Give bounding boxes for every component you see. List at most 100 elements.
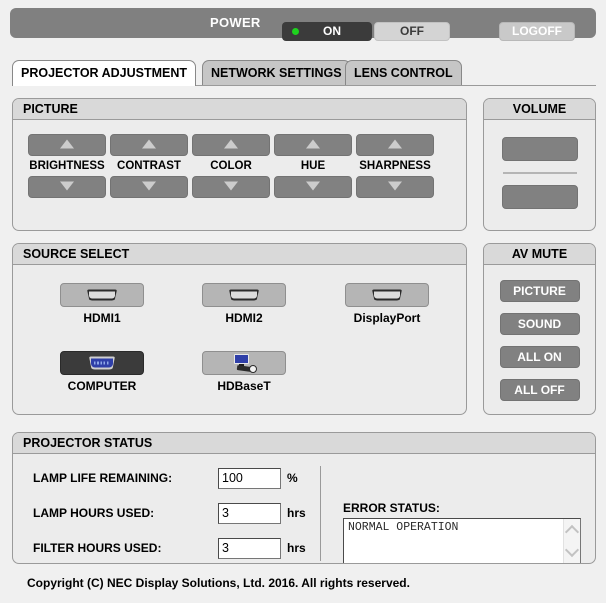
down-arrow-icon [60,181,74,191]
chevron-up-icon[interactable] [564,524,580,540]
status-row-lamp-life: LAMP LIFE REMAINING: 100 % [33,468,303,490]
up-arrow-icon [142,139,156,149]
power-led-icon [292,28,299,35]
hdmi-connector-icon [87,289,117,301]
source-button-hdmi1[interactable] [60,283,144,307]
av-mute-sound-button[interactable]: SOUND [499,313,580,335]
brightness-label: BRIGHTNESS [29,160,105,172]
power-on-label: ON [323,24,341,38]
down-arrow-icon [388,181,402,191]
lamp-life-value[interactable]: 100 [218,468,281,489]
source-item-computer: COMPUTER [31,351,173,393]
av-mute-all-off-button[interactable]: ALL OFF [499,379,580,401]
power-off-button[interactable]: OFF [374,22,450,41]
color-label: COLOR [210,160,252,172]
error-status-scrollbar[interactable] [563,519,580,563]
filter-hours-value[interactable]: 3 [218,538,281,559]
contrast-up-button[interactable] [110,134,188,156]
source-label-hdbaset: HDBaseT [217,379,271,393]
brightness-down-button[interactable] [28,176,106,198]
filter-hours-label: FILTER HOURS USED: [33,541,162,555]
volume-panel-title: VOLUME [484,99,595,120]
picture-control-hue: HUE [274,134,352,198]
source-button-hdbaset[interactable] [202,351,286,375]
plug-icon [249,365,257,373]
chevron-down-icon[interactable] [564,542,580,558]
source-button-computer[interactable] [60,351,144,375]
source-label-hdmi1: HDMI1 [83,311,121,325]
sharpness-down-button[interactable] [356,176,434,198]
projector-status-panel-title: PROJECTOR STATUS [13,433,595,454]
power-label: POWER [210,15,261,30]
volume-down-button[interactable] [501,185,578,209]
power-on-button[interactable]: ON [282,22,372,41]
hdbaset-icon [229,354,259,373]
source-label-displayport: DisplayPort [353,311,421,325]
lamp-life-unit: % [287,471,298,485]
source-button-hdmi2[interactable] [202,283,286,307]
color-down-button[interactable] [192,176,270,198]
lamp-hours-unit: hrs [287,506,306,520]
status-row-lamp-hours: LAMP HOURS USED: 3 hrs [33,503,306,525]
status-divider [320,466,321,561]
tab-projector-adjustment[interactable]: PROJECTOR ADJUSTMENT [12,60,196,86]
error-status-text: NORMAL OPERATION [348,521,459,534]
source-item-displayport: DisplayPort [316,283,458,325]
down-arrow-icon [142,181,156,191]
hue-label: HUE [300,160,326,172]
tab-bar: PROJECTOR ADJUSTMENT NETWORK SETTINGS LE… [12,60,596,86]
tab-lens-control[interactable]: LENS CONTROL [345,60,462,86]
av-mute-picture-button[interactable]: PICTURE [499,280,580,302]
picture-panel-title: PICTURE [13,99,466,120]
av-mute-all-on-button[interactable]: ALL ON [499,346,580,368]
tab-network-settings[interactable]: NETWORK SETTINGS [202,60,351,86]
source-button-displayport[interactable] [345,283,429,307]
source-item-hdmi1: HDMI1 [31,283,173,325]
error-status-box[interactable]: NORMAL OPERATION [343,518,581,563]
lamp-life-label: LAMP LIFE REMAINING: [33,471,173,485]
source-item-hdbaset: HDBaseT [173,351,315,393]
error-status-label: ERROR STATUS: [343,501,440,515]
monitor-icon [234,354,249,364]
source-item-hdmi2: HDMI2 [173,283,315,325]
picture-control-contrast: CONTRAST [110,134,188,198]
picture-control-color: COLOR [192,134,270,198]
displayport-connector-icon [372,289,402,301]
down-arrow-icon [306,181,320,191]
up-arrow-icon [388,139,402,149]
vga-connector-icon [89,356,115,370]
av-mute-panel: AV MUTE PICTURE SOUND ALL ON ALL OFF [483,243,596,415]
av-mute-panel-title: AV MUTE [484,244,595,265]
lamp-hours-label: LAMP HOURS USED: [33,506,155,520]
source-label-hdmi2: HDMI2 [225,311,263,325]
copyright-text: Copyright (C) NEC Display Solutions, Ltd… [27,576,410,590]
source-label-computer: COMPUTER [67,379,137,393]
picture-control-brightness: BRIGHTNESS [28,134,106,198]
hdmi-connector-icon [229,289,259,301]
volume-panel: VOLUME [483,98,596,231]
sharpness-label: SHARPNESS [359,160,431,172]
up-arrow-icon [60,139,74,149]
status-row-filter-hours: FILTER HOURS USED: 3 hrs [33,538,306,560]
up-arrow-icon [306,139,320,149]
logoff-button[interactable]: LOGOFF [499,22,575,41]
source-select-panel: SOURCE SELECT HDMI1 HDMI2 DisplayPort CO… [12,243,467,415]
volume-up-button[interactable] [501,137,578,161]
picture-panel: PICTURE BRIGHTNESS CONTRAST COLOR HUE SH… [12,98,467,231]
sharpness-up-button[interactable] [356,134,434,156]
down-arrow-icon [224,181,238,191]
lamp-hours-value[interactable]: 3 [218,503,281,524]
up-arrow-icon [224,139,238,149]
source-select-panel-title: SOURCE SELECT [13,244,466,265]
color-up-button[interactable] [192,134,270,156]
filter-hours-unit: hrs [287,541,306,555]
volume-divider [502,172,577,174]
power-bar: POWER ON OFF LOGOFF [10,8,596,41]
brightness-up-button[interactable] [28,134,106,156]
projector-status-panel: PROJECTOR STATUS LAMP LIFE REMAINING: 10… [12,432,596,564]
hue-down-button[interactable] [274,176,352,198]
picture-control-sharpness: SHARPNESS [356,134,434,198]
contrast-label: CONTRAST [117,160,181,172]
contrast-down-button[interactable] [110,176,188,198]
hue-up-button[interactable] [274,134,352,156]
